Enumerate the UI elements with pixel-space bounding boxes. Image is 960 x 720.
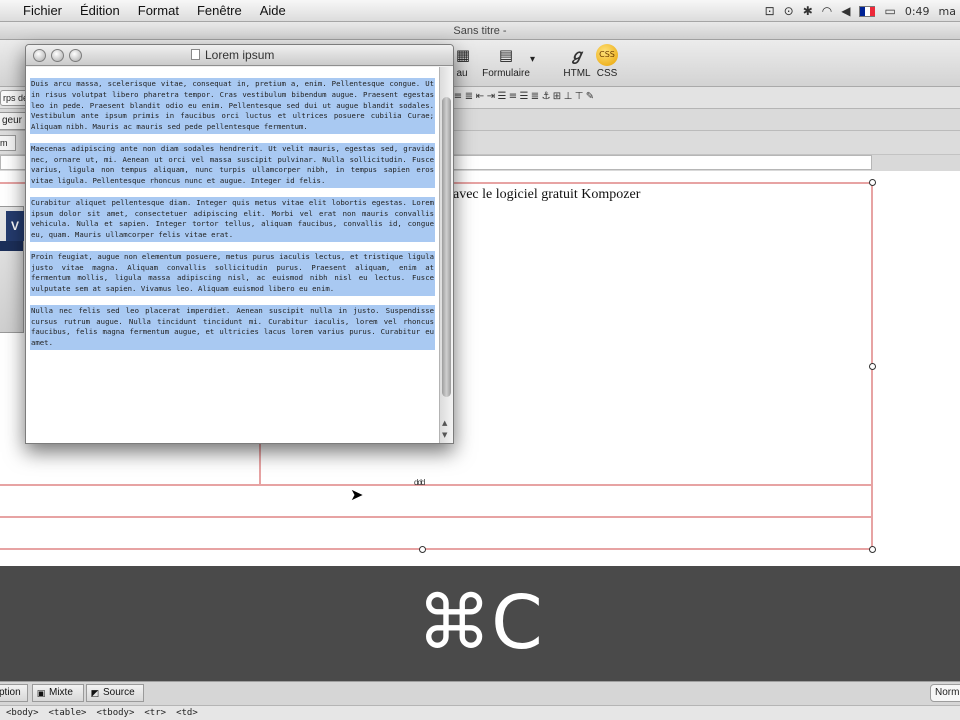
lorem-ipsum-window[interactable]: Lorem ipsum Duis arcu massa, scelerisque… <box>25 44 454 444</box>
table-border-bottom <box>0 548 872 550</box>
volume-icon[interactable]: ◀ <box>841 4 850 18</box>
page-image-stripe <box>0 241 23 251</box>
outdent-icon[interactable]: ⇤ <box>475 90 485 104</box>
toolbar-partial-icon: ▦ <box>455 46 471 64</box>
menu-format[interactable]: Format <box>129 3 188 18</box>
insert-column-icon[interactable]: ⊤ <box>574 90 584 104</box>
breadcrumb-item-td[interactable]: <td> <box>176 708 198 718</box>
lorem-text-area[interactable]: Duis arcu massa, scelerisque vitae, cons… <box>26 67 440 443</box>
format-icon-group: ≡ ≣ ⇤ ⇥ ☰ ≡ ☰ ≣ ⚓ ⊞ ⊥ ⊤ ✎ <box>453 90 595 104</box>
resize-handle-bottom-right[interactable] <box>869 546 876 553</box>
form-dropdown-arrow-icon[interactable]: ▾ <box>530 54 535 65</box>
breadcrumb-item-tbody[interactable]: <tbody> <box>96 708 134 718</box>
html-icon: ℊ <box>569 46 585 64</box>
menubar: Fichier Édition Format Fenêtre Aide ⊡ ⊙ … <box>0 0 960 22</box>
resize-handle-bottom[interactable] <box>419 546 426 553</box>
breadcrumb-item-tr[interactable]: <tr> <box>144 708 166 718</box>
html-label: HTML <box>563 68 591 79</box>
breadcrumb-item-body[interactable]: <body> <box>6 708 39 718</box>
insert-row-icon[interactable]: ⊥ <box>563 90 573 104</box>
lorem-window-titlebar[interactable]: Lorem ipsum <box>26 45 453 66</box>
clock[interactable]: 0:49 <box>905 5 930 18</box>
time-machine-icon[interactable]: ⊡ <box>765 4 775 18</box>
zoom-button[interactable] <box>69 49 82 62</box>
document-icon <box>191 49 200 60</box>
edit-icon[interactable]: ✎ <box>585 90 595 104</box>
css-label: CSS <box>596 68 618 79</box>
bullet-list-icon[interactable]: ≡ <box>453 90 463 104</box>
anchor-icon[interactable]: ⚓ <box>541 90 551 104</box>
align-justify-icon[interactable]: ≣ <box>530 90 540 104</box>
lorem-paragraph[interactable]: Maecenas adipiscing ante non diam sodale… <box>31 143 434 187</box>
mouse-pointer-icon: ➤ <box>350 487 364 504</box>
menu-aide[interactable]: Aide <box>251 3 295 18</box>
scroll-up-arrow-icon[interactable]: ▲ <box>442 419 447 427</box>
menubar-status-area: ⊡ ⊙ ✱ ◠ ◀ ▭ 0:49 ma <box>765 0 960 22</box>
document-tab[interactable]: geur <box>0 112 26 130</box>
lorem-window-title: Lorem ipsum <box>205 48 275 62</box>
page-text[interactable]: avec le logiciel gratuit Kompozer <box>453 187 640 203</box>
resize-handle-top-right[interactable] <box>869 179 876 186</box>
tab-mixed-label: Mixte <box>49 687 73 698</box>
app-window-titlebar: Sans titre - <box>0 22 960 40</box>
lorem-paragraph[interactable]: Nulla nec felis sed leo placerat imperdi… <box>31 305 434 349</box>
page-image-letter: V <box>6 211 24 241</box>
tab-design-label: ption <box>0 687 21 698</box>
toolbar-partial-label: au <box>456 68 468 79</box>
html-button[interactable]: ℊ HTML <box>562 44 592 79</box>
view-mode-bar: ption ▣ Mixte ◩ Source Norm <box>0 681 960 705</box>
minimize-button[interactable] <box>51 49 64 62</box>
toolbar-button-partial[interactable]: ▦ au <box>452 44 472 79</box>
bluetooth-icon[interactable]: ✱ <box>803 4 813 18</box>
edit-mode-select[interactable]: Norm <box>930 684 960 702</box>
tab-design[interactable]: ption <box>0 684 28 702</box>
cell-indicator: ddd <box>414 478 425 487</box>
tag-breadcrumb: <body> <table> <tbody> <tr> <td> <box>0 705 960 720</box>
flag-red-stripe <box>869 6 875 16</box>
align-center-icon[interactable]: ≡ <box>508 90 518 104</box>
battery-icon[interactable]: ▭ <box>884 4 895 18</box>
lorem-scrollbar-thumb[interactable] <box>442 97 451 397</box>
lorem-scrollbar[interactable]: ▲ ▼ <box>439 67 453 443</box>
lorem-paragraph[interactable]: Curabitur aliquet pellentesque diam. Int… <box>31 197 434 241</box>
page-image[interactable]: V <box>0 206 24 333</box>
app-window-title: Sans titre - <box>453 25 507 37</box>
numbered-list-icon[interactable]: ≣ <box>464 90 474 104</box>
resize-handle-right[interactable] <box>869 363 876 370</box>
css-button[interactable]: CSS CSS <box>594 44 620 79</box>
form-icon: ▤ <box>498 46 514 64</box>
cell-border-bottom-1 <box>0 484 872 486</box>
table-tool-icon[interactable]: ⊞ <box>552 90 562 104</box>
shortcut-overlay: ⌘C <box>0 566 960 681</box>
lorem-paragraph[interactable]: Duis arcu massa, scelerisque vitae, cons… <box>31 79 434 133</box>
user-name[interactable]: ma <box>939 5 956 18</box>
tab-source[interactable]: ◩ Source <box>86 684 144 702</box>
menu-fichier[interactable]: Fichier <box>14 3 71 18</box>
edit-strip-button[interactable]: m <box>0 135 16 151</box>
cell-border-bottom-2 <box>0 516 872 518</box>
mixed-view-icon: ▣ <box>36 689 46 699</box>
menu-fenetre[interactable]: Fenêtre <box>188 3 251 18</box>
lorem-paragraph[interactable]: Proin feugiat, augue non elementum posue… <box>31 251 434 295</box>
tab-mixed[interactable]: ▣ Mixte <box>32 684 84 702</box>
tab-source-label: Source <box>103 687 135 698</box>
french-flag-icon[interactable] <box>859 5 876 17</box>
wifi-icon[interactable]: ◠ <box>822 4 832 18</box>
shortcut-text: ⌘C <box>417 580 543 666</box>
breadcrumb-item-table[interactable]: <table> <box>49 708 87 718</box>
align-right-icon[interactable]: ☰ <box>519 90 529 104</box>
scroll-down-arrow-icon[interactable]: ▼ <box>442 431 447 439</box>
menu-edition[interactable]: Édition <box>71 3 129 18</box>
form-button[interactable]: ▤ Formulaire <box>478 44 534 79</box>
indent-icon[interactable]: ⇥ <box>486 90 496 104</box>
sync-icon[interactable]: ⊙ <box>784 4 794 18</box>
lorem-window-title-group: Lorem ipsum <box>191 48 274 62</box>
form-label: Formulaire <box>482 68 530 79</box>
align-left-icon[interactable]: ☰ <box>497 90 507 104</box>
close-button[interactable] <box>33 49 46 62</box>
source-view-icon: ◩ <box>90 689 100 699</box>
css-icon: CSS <box>596 44 618 66</box>
